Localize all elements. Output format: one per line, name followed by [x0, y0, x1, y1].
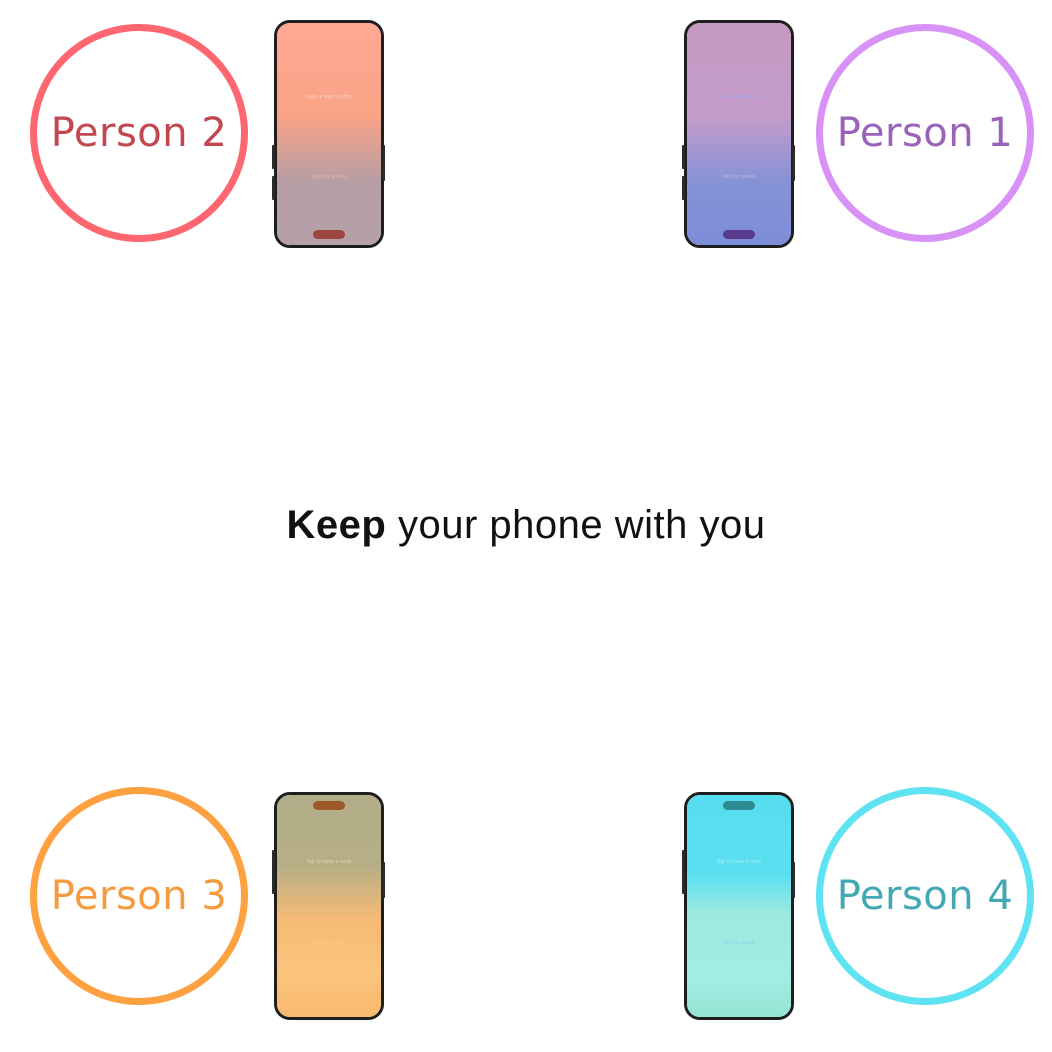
phone-hint-top: Tap to take a note — [306, 859, 352, 865]
person-3-avatar[interactable]: Person 3 — [30, 787, 248, 1005]
instruction-emphasis: Keep — [286, 503, 387, 547]
person-2-phone: speak to play tap to take a note — [274, 20, 384, 248]
person-1-label: Person 1 — [836, 110, 1014, 156]
side-button — [382, 862, 385, 898]
instruction-rest: your phone with you — [386, 503, 766, 547]
person-3-label: Person 3 — [50, 873, 228, 919]
phone-hint-bottom: Tap to speak — [313, 940, 345, 946]
phone-screen — [277, 795, 381, 1017]
person-4-label: Person 4 — [836, 873, 1014, 919]
phone-notch — [723, 230, 755, 239]
phone-hint-top: Tap to take a note — [716, 859, 762, 865]
phone-notch — [723, 801, 755, 810]
person-4-avatar[interactable]: Person 4 — [816, 787, 1034, 1005]
person-4-phone: Tap to take a note Tap to speak — [684, 792, 794, 1020]
person-2-avatar[interactable]: Person 2 — [30, 24, 248, 242]
instruction-text: Keep your phone with you — [0, 503, 1052, 548]
side-button — [382, 145, 385, 181]
phone-notch — [313, 230, 345, 239]
phone-hint-top: speak to play — [722, 173, 756, 179]
person-1-phone: speak to play tap to take a note — [684, 20, 794, 248]
stage: Person 2 speak to play tap to take a not… — [0, 0, 1052, 1052]
side-button — [682, 145, 685, 169]
phone-screen — [687, 23, 791, 245]
side-button — [682, 870, 685, 894]
phone-notch — [313, 801, 345, 810]
side-button — [682, 176, 685, 200]
person-1-avatar[interactable]: Person 1 — [816, 24, 1034, 242]
person-3-phone: Tap to take a note Tap to speak — [274, 792, 384, 1020]
phone-hint-bottom: Tap to speak — [723, 940, 755, 946]
side-button — [792, 862, 795, 898]
phone-screen — [277, 23, 381, 245]
side-button — [272, 870, 275, 894]
side-button — [272, 176, 275, 200]
phone-screen — [687, 795, 791, 1017]
side-button — [272, 145, 275, 169]
person-2-label: Person 2 — [50, 110, 228, 156]
phone-hint-bottom: tap to take a note — [716, 93, 762, 99]
side-button — [792, 145, 795, 181]
phone-hint-bottom: tap to take a note — [306, 93, 352, 99]
phone-hint-top: speak to play — [312, 173, 346, 179]
